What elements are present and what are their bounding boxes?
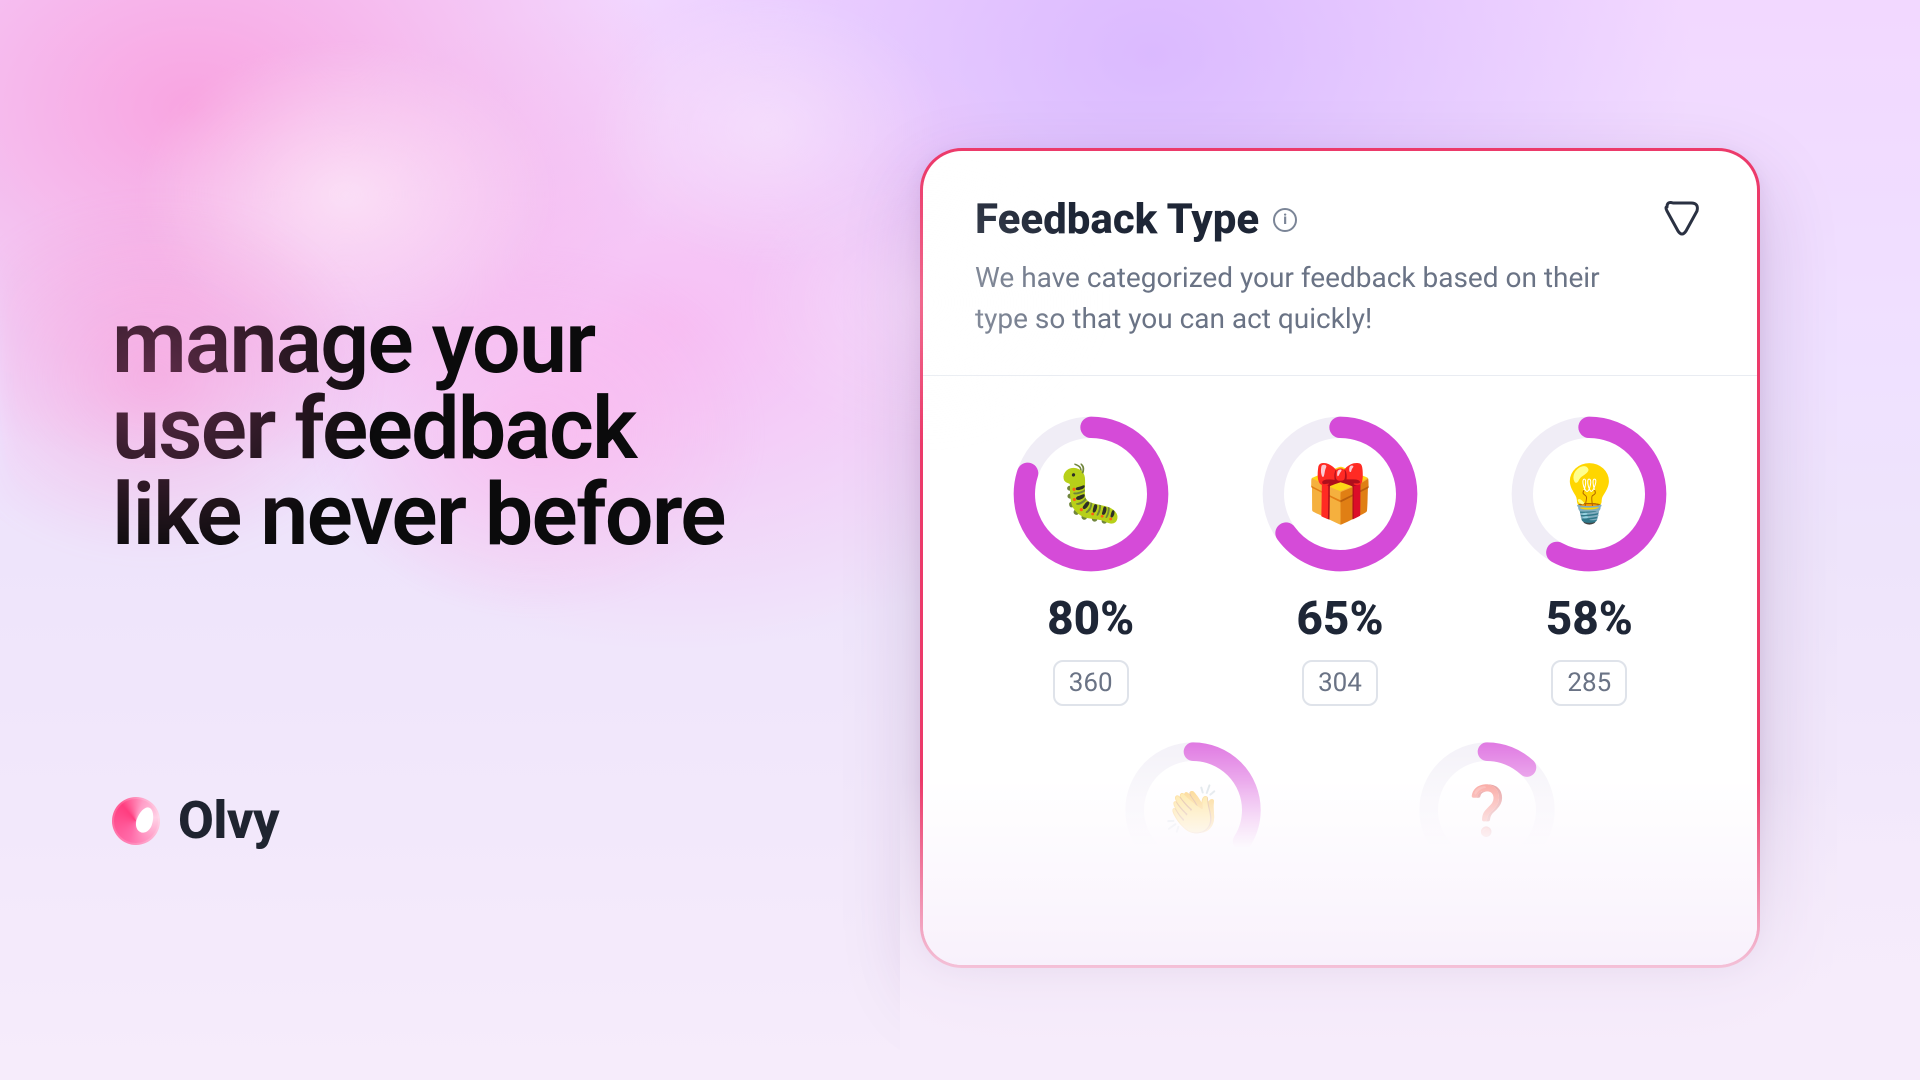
metric-count: 304 [1302, 660, 1378, 706]
metric-praise[interactable]: 👏 [1055, 740, 1331, 880]
feedback-type-card: Feedback Type i We have categorized your… [920, 148, 1760, 968]
chevron-down-icon [1659, 195, 1705, 241]
question-icon: ❓ [1417, 740, 1557, 880]
brand-name: Olvy [178, 790, 279, 851]
info-icon[interactable]: i [1273, 208, 1297, 232]
metric-question[interactable]: ❓ [1349, 740, 1625, 880]
brand-row: Olvy [112, 790, 279, 851]
metric-count: 285 [1551, 660, 1627, 706]
lightbulb-icon: 💡 [1509, 414, 1669, 574]
metric-bug[interactable]: 🐛 80% 360 [975, 414, 1206, 706]
metric-count: 360 [1053, 660, 1129, 706]
brand-logo-icon [112, 797, 160, 845]
metric-idea[interactable]: 💡 58% 285 [1474, 414, 1705, 706]
hero-headline: manage your user feedback like never bef… [112, 300, 752, 558]
metric-feature[interactable]: 🎁 65% 304 [1224, 414, 1455, 706]
metric-percent: 65% [1296, 592, 1383, 646]
card-subtitle: We have categorized your feedback based … [975, 258, 1615, 339]
marketing-stage: manage your user feedback like never bef… [0, 0, 1920, 1080]
gift-icon: 🎁 [1260, 414, 1420, 574]
card-title: Feedback Type [975, 195, 1259, 244]
card-header: Feedback Type i We have categorized your… [975, 195, 1705, 339]
collapse-toggle[interactable] [1659, 195, 1705, 245]
metrics-row-1: 🐛 80% 360 🎁 65% 304 [975, 414, 1705, 706]
metric-percent: 58% [1546, 592, 1633, 646]
card-divider [923, 375, 1757, 376]
clap-icon: 👏 [1123, 740, 1263, 880]
metric-percent: 80% [1047, 592, 1134, 646]
metrics-row-2: 👏 ❓ [975, 740, 1705, 880]
bug-icon: 🐛 [1011, 414, 1171, 574]
